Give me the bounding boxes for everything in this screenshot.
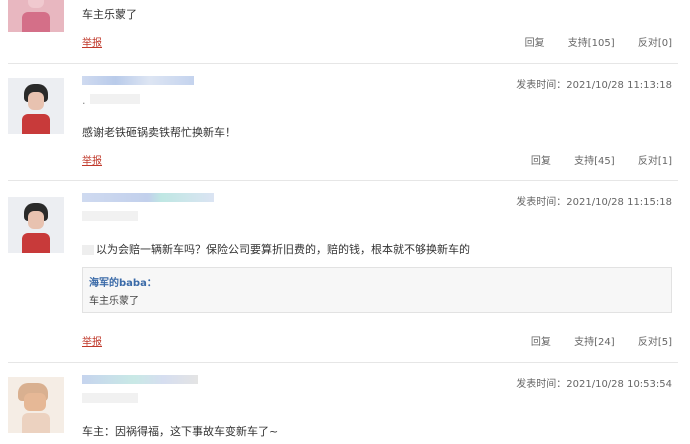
username[interactable] [82, 193, 214, 202]
support-button[interactable]: 支持[24] [574, 333, 615, 348]
user-level [82, 393, 138, 403]
comment-post: 发表时间：2021/10/28 11:15:18 以为会赔一辆新车吗？保险公司要… [0, 181, 690, 361]
support-button[interactable]: 支持[105] [568, 34, 615, 49]
report-link[interactable]: 举报 [82, 34, 102, 49]
quote-text: 车主乐蒙了 [89, 296, 139, 307]
user-sub-text: . [82, 94, 86, 107]
comment-text: 以为会赔一辆新车吗？保险公司要算折旧费的，赔的钱，根本就不够换新车的 [82, 241, 470, 257]
comment-text: 车主乐蒙了 [82, 8, 137, 21]
user-level [82, 211, 138, 221]
comment-text: 感谢老铁砸锅卖铁帮忙换新车！ [82, 126, 236, 139]
user-level [90, 94, 140, 104]
comment-text: 车主：因祸得福，这下事故车变新车了~ [82, 425, 279, 438]
comment-post: 发表时间：2021/10/28 11:13:18 . 感谢老铁砸锅卖铁帮忙换新车… [0, 64, 690, 180]
reply-button[interactable]: 回复 [531, 152, 551, 167]
oppose-button[interactable]: 反对[0] [638, 34, 672, 49]
oppose-button[interactable]: 反对[1] [638, 152, 672, 167]
reply-button[interactable]: 回复 [531, 333, 551, 348]
username[interactable] [82, 76, 194, 85]
avatar[interactable] [8, 0, 64, 32]
quote-author[interactable]: 海军的baba： [89, 274, 157, 289]
comment-post: 车主乐蒙了 举报 回复 支持[105] 反对[0] [0, 0, 690, 64]
comment-actions: 回复 支持[24] 反对[5] [511, 333, 672, 348]
comment-actions: 回复 支持[105] 反对[0] [505, 34, 672, 49]
post-time: 发表时间：2021/10/28 11:15:18 [516, 197, 672, 208]
report-link[interactable]: 举报 [82, 152, 102, 167]
avatar[interactable] [8, 78, 64, 134]
avatar[interactable] [8, 197, 64, 253]
support-button[interactable]: 支持[45] [574, 152, 615, 167]
oppose-button[interactable]: 反对[5] [638, 333, 672, 348]
report-link[interactable]: 举报 [82, 333, 102, 348]
post-time: 发表时间：2021/10/28 11:13:18 [516, 80, 672, 91]
reply-button[interactable]: 回复 [525, 34, 545, 49]
avatar[interactable] [8, 377, 64, 433]
post-time: 发表时间：2021/10/28 10:53:54 [516, 379, 672, 390]
username[interactable] [82, 375, 198, 384]
comment-post: 发表时间：2021/10/28 10:53:54 车主：因祸得福，这下事故车变新… [0, 363, 690, 444]
quoted-comment: 海军的baba： 车主乐蒙了 [82, 267, 672, 313]
blurred-text [82, 245, 94, 255]
comment-actions: 回复 支持[45] 反对[1] [511, 152, 672, 167]
